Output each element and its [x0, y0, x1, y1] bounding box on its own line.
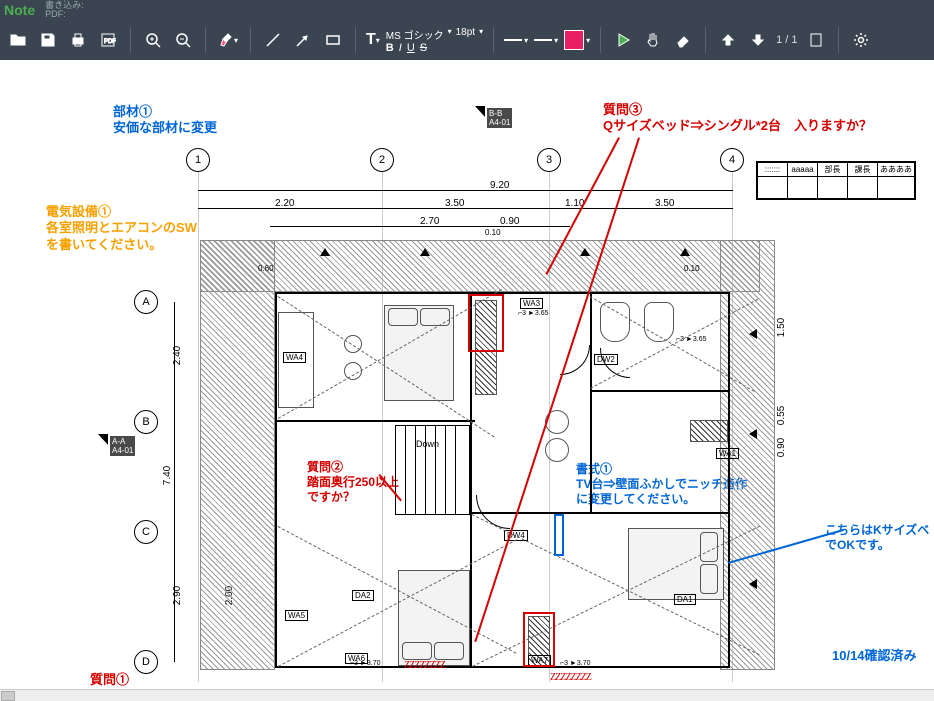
rect-tool[interactable]	[321, 28, 345, 52]
app-name: Note	[4, 2, 35, 18]
red-markup-box-2	[523, 612, 555, 667]
col-3: 3	[537, 148, 561, 172]
page-indicator: 1 / 1	[776, 34, 797, 46]
open-button[interactable]	[6, 28, 30, 52]
play-button[interactable]	[611, 28, 635, 52]
dim-total-width: 9.20	[490, 180, 509, 191]
main-toolbar: PDF ▾ T▾ MS ゴシック▾ 18pt▾ B I U S ▾ ▾ ▾ 1 …	[0, 20, 934, 60]
font-name-select[interactable]: MS ゴシック	[386, 27, 444, 42]
app-titlebar: Note 書き込み: PDF:	[0, 0, 934, 20]
line-tool[interactable]	[261, 28, 285, 52]
pan-tool[interactable]	[641, 28, 665, 52]
section-bb: B-BA4-01	[487, 108, 512, 128]
row-B: B	[134, 410, 158, 434]
row-C: C	[134, 520, 158, 544]
horizontal-scrollbar[interactable]	[0, 689, 934, 701]
red-markup-box-1	[468, 294, 504, 352]
color-swatch[interactable]: ▾	[564, 28, 590, 52]
italic-button[interactable]: I	[399, 42, 402, 54]
prev-page-button[interactable]	[716, 28, 740, 52]
next-page-button[interactable]	[746, 28, 770, 52]
document-canvas[interactable]: 部材①安価な部材に変更 電気設備①各室照明とエアコンのSW を書いてください。 …	[0, 60, 934, 701]
line-weight-select[interactable]: ▾	[504, 28, 528, 52]
bold-button[interactable]: B	[386, 42, 394, 54]
eraser-tool[interactable]	[671, 28, 695, 52]
col-2: 2	[370, 148, 394, 172]
row-D: D	[134, 650, 158, 674]
scribble-2: ZZZZZZZZ	[550, 672, 591, 683]
arrow-tool[interactable]	[291, 28, 315, 52]
strike-button[interactable]: S	[420, 42, 427, 54]
underline-button[interactable]: U	[407, 42, 415, 54]
highlighter-tool[interactable]: ▾	[216, 28, 240, 52]
page-mode-button[interactable]	[804, 28, 828, 52]
col-4: 4	[720, 148, 744, 172]
blueprint: 1 2 3 4 A B C D 9.20 2.20 3.50 1.10 3.50…	[120, 130, 820, 690]
text-tool[interactable]: T▾	[366, 28, 380, 52]
print-button[interactable]	[66, 28, 90, 52]
svg-text:PDF: PDF	[104, 39, 116, 45]
zoom-out-button[interactable]	[171, 28, 195, 52]
annot-k-ok: こちらはKサイズベ でOKです。	[825, 523, 929, 553]
line-style-select[interactable]: ▾	[534, 28, 558, 52]
scribble-1: ZZZZZZZZ	[404, 660, 445, 671]
settings-button[interactable]	[849, 28, 873, 52]
titlebar-line2: PDF:	[45, 10, 84, 19]
font-size-select[interactable]: 18pt	[456, 27, 475, 42]
save-button[interactable]	[36, 28, 60, 52]
zoom-in-button[interactable]	[141, 28, 165, 52]
row-A: A	[134, 290, 158, 314]
col-1: 1	[186, 148, 210, 172]
text-style-group: B I U S	[386, 42, 427, 54]
annot-confirm: 10/14確認済み	[832, 648, 917, 664]
blue-markup-box	[554, 514, 564, 556]
pdf-button[interactable]: PDF	[96, 28, 120, 52]
